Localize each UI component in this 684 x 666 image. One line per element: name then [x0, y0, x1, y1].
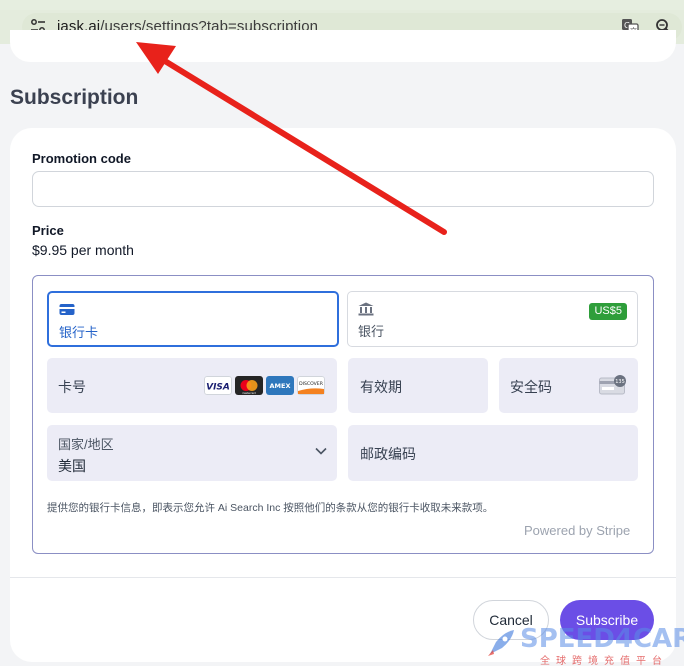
- tab-card[interactable]: 银行卡: [47, 291, 339, 347]
- postal-code-label: 邮政编码: [360, 446, 416, 462]
- bank-discount-badge: US$5: [589, 303, 627, 320]
- previous-section-card: [10, 30, 676, 62]
- chevron-down-icon: [315, 447, 327, 455]
- promotion-code-label: Promotion code: [32, 151, 131, 166]
- page-title: Subscription: [10, 86, 139, 109]
- postal-code-field[interactable]: 邮政编码: [348, 425, 638, 481]
- tab-bank[interactable]: 银行 US$5: [347, 291, 638, 347]
- mastercard-brand-text: mastercard: [242, 392, 256, 395]
- card-number-field[interactable]: 卡号 VISA mastercard AMEX DISCOVER: [47, 358, 337, 413]
- tab-card-label: 银行卡: [59, 325, 99, 340]
- mastercard-icon: mastercard: [235, 376, 263, 395]
- cvc-field[interactable]: 安全码 135: [499, 358, 638, 413]
- cvc-card-icon: 135: [599, 375, 626, 395]
- watermark-subtitle: 全球跨境充值平台: [540, 656, 668, 666]
- promotion-code-input[interactable]: [32, 171, 654, 207]
- bank-icon: [358, 302, 374, 316]
- country-value: 美国: [58, 458, 86, 474]
- visa-brand-text: VISA: [206, 383, 230, 393]
- cvc-icon-text: 135: [615, 379, 625, 385]
- rocket-icon: [488, 630, 514, 656]
- card-icon: [59, 304, 75, 315]
- expiry-field[interactable]: 有效期: [348, 358, 488, 413]
- speed4card-watermark: SPEED4CARD 全球跨境充值平台: [480, 624, 684, 666]
- price-label: Price: [32, 223, 64, 238]
- watermark-brand: SPEED4CARD: [520, 624, 684, 654]
- card-number-label: 卡号: [58, 379, 86, 395]
- browser-top-strip: [0, 0, 684, 10]
- country-label: 国家/地区: [58, 437, 114, 452]
- visa-icon: VISA: [204, 376, 232, 395]
- amex-brand-text: AMEX: [270, 382, 291, 390]
- expiry-label: 有效期: [360, 379, 402, 395]
- discover-brand-text: DISCOVER: [299, 381, 324, 387]
- card-authorization-disclaimer: 提供您的银行卡信息，即表示您允许 Ai Search Inc 按照他们的条款从您…: [47, 502, 494, 514]
- tab-bank-label: 银行: [358, 324, 385, 339]
- country-select[interactable]: 国家/地区 美国: [47, 425, 337, 481]
- footer-divider: [10, 577, 676, 578]
- powered-by-stripe[interactable]: Powered by Stripe: [524, 523, 630, 538]
- amex-icon: AMEX: [266, 376, 294, 395]
- discover-icon: DISCOVER: [297, 376, 325, 395]
- cvc-label: 安全码: [510, 379, 552, 395]
- price-value: $9.95 per month: [32, 242, 134, 258]
